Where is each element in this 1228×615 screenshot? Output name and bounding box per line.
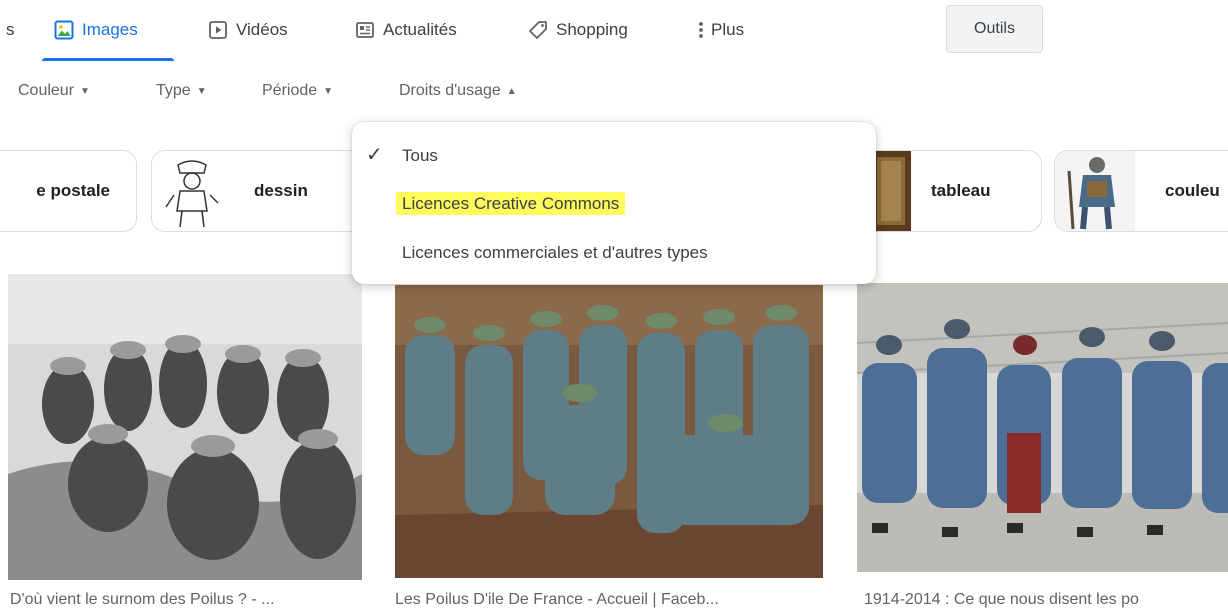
tab-news-label: Actualités <box>383 20 457 39</box>
checkmark-icon: ✓ <box>366 144 383 166</box>
chip-label: dessin <box>254 181 308 200</box>
result-caption-3[interactable]: 1914-2014 : Ce que nous disent les po <box>864 591 1139 609</box>
image-icon <box>54 20 74 40</box>
tab-images[interactable]: Images <box>54 0 138 60</box>
tab-more[interactable]: Plus <box>696 0 744 60</box>
tab-videos[interactable]: Vidéos <box>208 0 288 60</box>
filter-usage-rights[interactable]: Droits d'usage ▲ <box>399 78 517 104</box>
caret-down-icon: ▼ <box>196 85 207 97</box>
filter-color-label: Couleur <box>18 82 75 99</box>
tab-videos-label: Vidéos <box>236 20 288 39</box>
tools-button[interactable]: Outils <box>946 5 1043 53</box>
tab-all[interactable]: s <box>6 0 15 60</box>
chip-label: couleu <box>1165 181 1220 200</box>
chip-label: e postale <box>36 181 110 200</box>
filter-period[interactable]: Période ▼ <box>262 78 333 104</box>
chip-label: tableau <box>931 181 991 200</box>
tab-images-label: Images <box>82 20 138 39</box>
result-image-2[interactable] <box>395 285 823 578</box>
result-image-1[interactable] <box>8 274 362 580</box>
menu-item-label: Licences commerciales et d'autres types <box>402 243 708 262</box>
caret-up-icon: ▲ <box>506 85 517 97</box>
caret-down-icon: ▼ <box>80 85 90 97</box>
chip-carte-postale[interactable]: e postale <box>0 150 137 232</box>
tag-icon <box>528 20 548 40</box>
filter-color[interactable]: Couleur ▼ <box>18 78 90 104</box>
filter-type-label: Type <box>156 82 191 99</box>
menu-item-label: Licences Creative Commons <box>396 192 626 215</box>
chip-couleur[interactable]: couleu <box>1054 150 1228 232</box>
chip-dessin[interactable]: dessin <box>151 150 363 232</box>
tab-news[interactable]: Actualités <box>355 0 457 60</box>
active-tab-indicator <box>42 58 174 61</box>
tab-shopping-label: Shopping <box>556 20 628 39</box>
chip-thumbnail <box>152 151 232 231</box>
tab-shopping[interactable]: Shopping <box>528 0 628 60</box>
more-vert-icon <box>696 20 706 40</box>
play-icon <box>208 20 228 40</box>
tab-all-label: s <box>6 20 15 39</box>
filter-type[interactable]: Type ▼ <box>156 78 207 104</box>
filter-usage-rights-label: Droits d'usage <box>399 82 501 99</box>
usage-rights-menu: ✓ Tous Licences Creative Commons Licence… <box>352 122 876 284</box>
filter-period-label: Période <box>262 82 318 99</box>
result-thumbnail <box>395 285 823 578</box>
menu-item-all[interactable]: Tous <box>402 146 438 166</box>
result-thumbnail <box>8 274 362 580</box>
news-icon <box>355 20 375 40</box>
result-thumbnail <box>857 283 1228 572</box>
result-image-3[interactable] <box>857 283 1228 572</box>
menu-item-label: Tous <box>402 146 438 165</box>
tab-more-label: Plus <box>711 20 745 39</box>
result-caption-2[interactable]: Les Poilus D'ile De France - Accueil | F… <box>395 591 719 609</box>
menu-item-commercial[interactable]: Licences commerciales et d'autres types <box>402 243 708 263</box>
chip-thumbnail <box>1055 151 1135 231</box>
caret-down-icon: ▼ <box>323 85 334 97</box>
result-caption-1[interactable]: D'où vient le surnom des Poilus ? - ... <box>10 591 275 609</box>
menu-item-creative-commons[interactable]: Licences Creative Commons <box>396 192 626 215</box>
